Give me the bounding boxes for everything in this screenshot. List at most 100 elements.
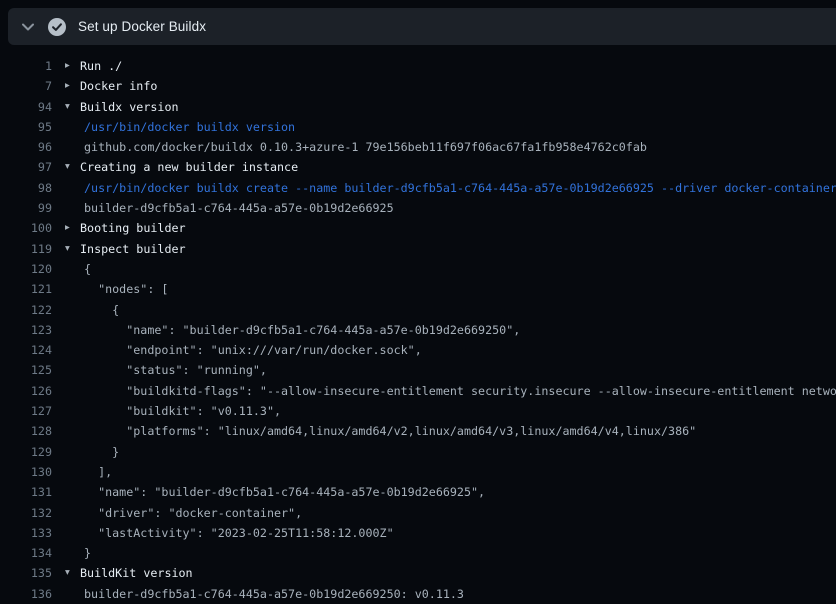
group-title[interactable]: Inspect builder [80,239,836,259]
line-number[interactable]: 134 [0,543,52,563]
toggle-icon [52,340,80,360]
log-line: 97 ▾ Creating a new builder instance [0,157,836,177]
log-line: 126 "buildkitd-flags": "--allow-insecure… [0,381,836,401]
group-expanded-icon[interactable]: ▾ [52,97,80,117]
line-text: "status": "running", [80,360,836,380]
line-number[interactable]: 135 [0,563,52,583]
toggle-icon [52,279,80,299]
line-number[interactable]: 1 [0,56,52,76]
line-text: "buildkitd-flags": "--allow-insecure-ent… [80,381,836,401]
line-number[interactable]: 127 [0,401,52,421]
line-number[interactable]: 128 [0,421,52,441]
line-text: builder-d9cfb5a1-c764-445a-a57e-0b19d2e6… [80,198,836,218]
line-number[interactable]: 131 [0,482,52,502]
log-line: 129 } [0,442,836,462]
line-text: "buildkit": "v0.11.3", [80,401,836,421]
line-number[interactable]: 124 [0,340,52,360]
line-text: "lastActivity": "2023-02-25T11:58:12.000… [80,523,836,543]
group-collapsed-icon[interactable]: ▸ [52,218,80,238]
toggle-icon [52,320,80,340]
log-line: 121 "nodes": [ [0,279,836,299]
line-number[interactable]: 129 [0,442,52,462]
log-line: 136 builder-d9cfb5a1-c764-445a-a57e-0b19… [0,584,836,604]
toggle-icon [52,523,80,543]
line-text: { [80,259,836,279]
group-expanded-icon[interactable]: ▾ [52,157,80,177]
check-circle-icon [48,18,66,36]
log-line: 96 github.com/docker/buildx 0.10.3+azure… [0,137,836,157]
group-collapsed-icon[interactable]: ▸ [52,56,80,76]
toggle-icon [52,117,80,137]
log-line: 132 "driver": "docker-container", [0,503,836,523]
group-expanded-icon[interactable]: ▾ [52,239,80,259]
step-header-row[interactable]: Set up Docker Buildx [8,8,836,45]
line-number[interactable]: 130 [0,462,52,482]
log-line: 135 ▾ BuildKit version [0,563,836,583]
line-number[interactable]: 94 [0,97,52,117]
line-number[interactable]: 7 [0,76,52,96]
log-lines: 1 ▸ Run ./ 7 ▸ Docker info 94 ▾ Buildx v… [0,56,836,604]
line-text: "platforms": "linux/amd64,linux/amd64/v2… [80,421,836,441]
group-title[interactable]: Docker info [80,76,836,96]
log-line: 128 "platforms": "linux/amd64,linux/amd6… [0,421,836,441]
line-number[interactable]: 99 [0,198,52,218]
log-line: 134 } [0,543,836,563]
toggle-icon [52,360,80,380]
log-line: 127 "buildkit": "v0.11.3", [0,401,836,421]
log-line: 125 "status": "running", [0,360,836,380]
group-title[interactable]: Run ./ [80,56,836,76]
log-line: 122 { [0,300,836,320]
line-number[interactable]: 125 [0,360,52,380]
toggle-icon [52,178,80,198]
line-number[interactable]: 121 [0,279,52,299]
line-number[interactable]: 133 [0,523,52,543]
line-text: "driver": "docker-container", [80,503,836,523]
toggle-icon [52,198,80,218]
toggle-icon [52,543,80,563]
line-number[interactable]: 96 [0,137,52,157]
line-text: /usr/bin/docker buildx create --name bui… [80,178,836,198]
group-title[interactable]: Creating a new builder instance [80,157,836,177]
line-number[interactable]: 100 [0,218,52,238]
line-number[interactable]: 136 [0,584,52,604]
line-number[interactable]: 123 [0,320,52,340]
line-number[interactable]: 97 [0,157,52,177]
group-expanded-icon[interactable]: ▾ [52,563,80,583]
log-line: 7 ▸ Docker info [0,76,836,96]
toggle-icon [52,381,80,401]
group-title[interactable]: BuildKit version [80,563,836,583]
log-line: 124 "endpoint": "unix:///var/run/docker.… [0,340,836,360]
line-text: github.com/docker/buildx 0.10.3+azure-1 … [80,137,836,157]
actions-log-viewer: { "header": { "title": "Set up Docker Bu… [0,0,836,604]
line-text: "nodes": [ [80,279,836,299]
line-text: "name": "builder-d9cfb5a1-c764-445a-a57e… [80,320,836,340]
toggle-icon [52,584,80,604]
log-line: 130 ], [0,462,836,482]
chevron-down-icon[interactable] [8,23,48,31]
line-text: /usr/bin/docker buildx version [80,117,836,137]
log-line: 123 "name": "builder-d9cfb5a1-c764-445a-… [0,320,836,340]
line-text: { [80,300,836,320]
group-title[interactable]: Buildx version [80,97,836,117]
log-line: 94 ▾ Buildx version [0,97,836,117]
toggle-icon [52,300,80,320]
toggle-icon [52,482,80,502]
log-line: 100 ▸ Booting builder [0,218,836,238]
log-line: 131 "name": "builder-d9cfb5a1-c764-445a-… [0,482,836,502]
group-title[interactable]: Booting builder [80,218,836,238]
log-line: 99 builder-d9cfb5a1-c764-445a-a57e-0b19d… [0,198,836,218]
line-number[interactable]: 120 [0,259,52,279]
toggle-icon [52,259,80,279]
toggle-icon [52,137,80,157]
log-line: 119 ▾ Inspect builder [0,239,836,259]
line-number[interactable]: 132 [0,503,52,523]
line-number[interactable]: 95 [0,117,52,137]
toggle-icon [52,503,80,523]
line-number[interactable]: 98 [0,178,52,198]
line-number[interactable]: 122 [0,300,52,320]
step-title: Set up Docker Buildx [78,19,206,34]
line-number[interactable]: 126 [0,381,52,401]
line-text: builder-d9cfb5a1-c764-445a-a57e-0b19d2e6… [80,584,836,604]
line-number[interactable]: 119 [0,239,52,259]
group-collapsed-icon[interactable]: ▸ [52,76,80,96]
